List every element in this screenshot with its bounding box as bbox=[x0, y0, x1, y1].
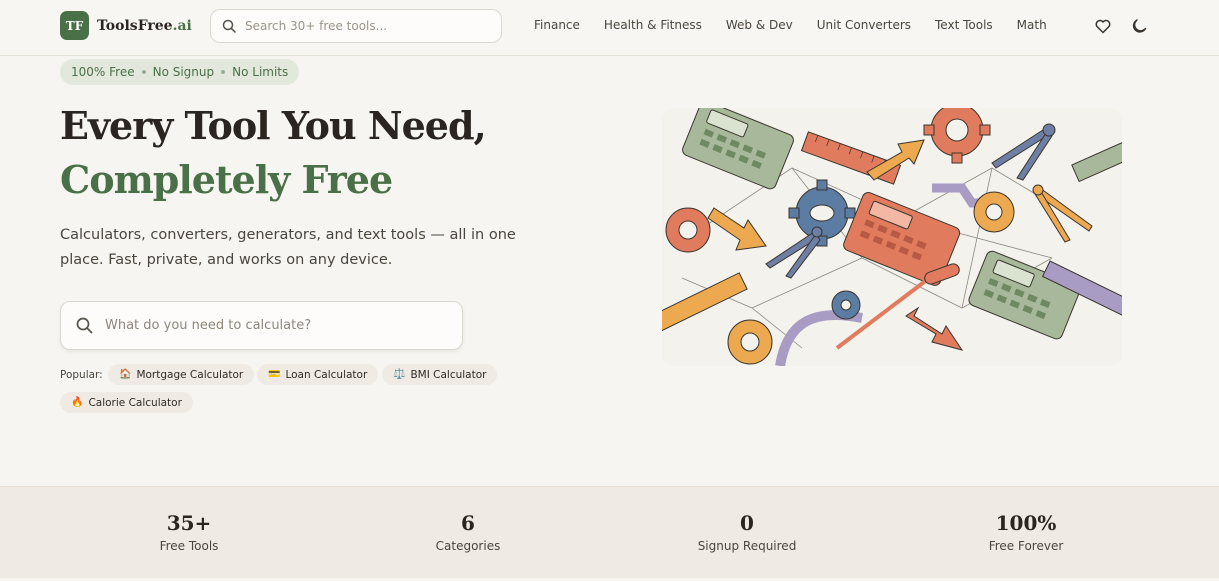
popular-label: Popular: bbox=[60, 369, 103, 381]
hero-subtitle: Calculators, converters, generators, and… bbox=[60, 227, 516, 268]
badge-no-signup: No Signup bbox=[152, 65, 215, 79]
hero-illustration bbox=[662, 108, 1122, 366]
scale-icon: ⚖️ bbox=[393, 369, 406, 380]
nav-math[interactable]: Math bbox=[1017, 18, 1047, 32]
stat-signup-required: 0 Signup Required bbox=[647, 511, 847, 553]
stat-value: 6 bbox=[461, 511, 475, 535]
stat-value: 0 bbox=[740, 511, 754, 535]
house-icon: 🏠 bbox=[119, 369, 132, 380]
chip-label: Calorie Calculator bbox=[88, 396, 182, 409]
main-nav: Finance Health & Fitness Web & Dev Unit … bbox=[522, 0, 1059, 50]
nav-finance[interactable]: Finance bbox=[534, 18, 580, 32]
header-search-box[interactable] bbox=[210, 9, 502, 43]
fire-icon: 🔥 bbox=[71, 397, 84, 408]
chip-mortgage-calculator[interactable]: 🏠 Mortgage Calculator bbox=[108, 364, 255, 385]
stat-value: 35+ bbox=[166, 511, 212, 535]
calculator-icon bbox=[682, 108, 794, 190]
badge-no-limits: No Limits bbox=[232, 65, 289, 79]
credit-card-icon: 💳 bbox=[268, 369, 281, 380]
brand-suffix: .ai bbox=[172, 17, 192, 34]
search-icon bbox=[222, 19, 236, 33]
stat-label: Signup Required bbox=[697, 539, 797, 553]
hero-title-line2: Completely Free bbox=[60, 157, 393, 202]
nav-text-tools[interactable]: Text Tools bbox=[935, 18, 993, 32]
chip-label: Loan Calculator bbox=[285, 368, 368, 381]
heart-icon[interactable] bbox=[1094, 17, 1112, 35]
tools-illustration bbox=[662, 108, 1122, 366]
chip-bmi-calculator[interactable]: ⚖️ BMI Calculator bbox=[382, 364, 498, 385]
chip-label: BMI Calculator bbox=[410, 368, 487, 381]
logo[interactable]: TF ToolsFree.ai bbox=[60, 11, 192, 40]
hero-search-box[interactable] bbox=[60, 301, 463, 350]
feature-badge: 100% Free No Signup No Limits bbox=[60, 59, 300, 85]
brand-main: ToolsFree bbox=[97, 17, 173, 34]
header-search-input[interactable] bbox=[245, 19, 475, 33]
stat-free-forever: 100% Free Forever bbox=[926, 511, 1126, 553]
brand-name: ToolsFree.ai bbox=[97, 18, 192, 34]
stat-label: Categories bbox=[435, 539, 501, 553]
logo-mark: TF bbox=[60, 11, 89, 40]
nav-unit-converters[interactable]: Unit Converters bbox=[817, 18, 911, 32]
badge-free: 100% Free bbox=[71, 65, 135, 79]
site-header: TF ToolsFree.ai Finance Health & Fitness… bbox=[0, 0, 1219, 56]
chip-loan-calculator[interactable]: 💳 Loan Calculator bbox=[257, 364, 379, 385]
chip-label: Mortgage Calculator bbox=[136, 368, 244, 381]
hero-title-line1: Every Tool You Need, bbox=[60, 103, 487, 148]
stat-label: Free Tools bbox=[159, 539, 219, 553]
moon-icon[interactable] bbox=[1130, 17, 1148, 35]
nav-health-fitness[interactable]: Health & Fitness bbox=[604, 18, 702, 32]
hero-search-input[interactable] bbox=[105, 318, 445, 333]
stat-free-tools: 35+ Free Tools bbox=[89, 511, 289, 553]
stats-band: 35+ Free Tools 6 Categories 0 Signup Req… bbox=[0, 486, 1219, 578]
stat-label: Free Forever bbox=[988, 539, 1064, 553]
badge-dot bbox=[141, 70, 146, 74]
search-icon bbox=[76, 317, 93, 334]
badge-dot bbox=[221, 70, 226, 74]
stat-value: 100% bbox=[995, 511, 1057, 535]
stat-categories: 6 Categories bbox=[368, 511, 568, 553]
nav-web-dev[interactable]: Web & Dev bbox=[726, 18, 793, 32]
chip-calorie-calculator[interactable]: 🔥 Calorie Calculator bbox=[60, 392, 193, 413]
